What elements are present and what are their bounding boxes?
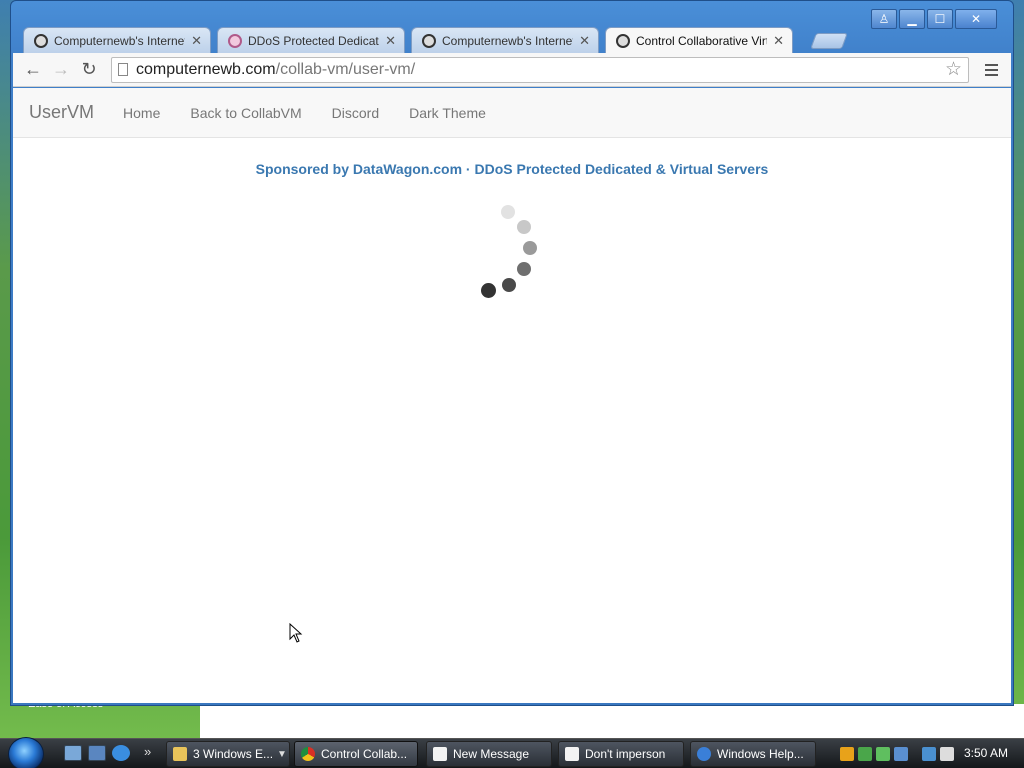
- spinner-dot: [517, 220, 531, 234]
- close-icon[interactable]: ✕: [579, 33, 590, 49]
- tab-title: DDoS Protected Dedicated: [248, 33, 380, 48]
- taskbar-windows-help[interactable]: Windows Help...: [690, 741, 816, 767]
- reload-icon[interactable]: ↻: [75, 56, 103, 84]
- taskbar-dont-imperson[interactable]: Don't imperson: [558, 741, 684, 767]
- mouse-cursor-icon: [289, 623, 303, 643]
- taskbar-chrome[interactable]: Control Collab...: [294, 741, 418, 767]
- task-label: Don't imperson: [585, 747, 666, 761]
- taskbar: » 3 Windows E... ▼ Control Collab... New…: [0, 737, 1024, 768]
- network-icon[interactable]: [858, 747, 872, 761]
- security-shield-icon[interactable]: [840, 747, 854, 761]
- quick-launch-more-icon[interactable]: »: [144, 744, 151, 759]
- task-label: Control Collab...: [321, 747, 408, 761]
- close-icon[interactable]: ✕: [385, 33, 396, 49]
- help-icon: [697, 747, 711, 761]
- maximize-button[interactable]: ☐: [927, 9, 953, 29]
- minimize-button[interactable]: ▁: [899, 9, 925, 29]
- window-controls: ♙ ▁ ☐ ✕: [871, 9, 997, 29]
- spinner-dot: [502, 278, 516, 292]
- tab-strip: Computernewb's Internet ✕ DDoS Protected…: [23, 27, 883, 53]
- volume-muted-icon[interactable]: [940, 747, 954, 761]
- show-desktop-icon[interactable]: [64, 745, 82, 761]
- tab-title: Control Collaborative Virt: [636, 33, 768, 48]
- tab-datawagon[interactable]: DDoS Protected Dedicated ✕: [217, 27, 405, 53]
- task-label: New Message: [453, 747, 530, 761]
- start-button[interactable]: [8, 737, 44, 768]
- task-label: 3 Windows E...: [193, 747, 274, 761]
- spinner-dot: [523, 241, 537, 255]
- back-arrow-icon[interactable]: ←: [19, 56, 47, 84]
- spinner-dot: [481, 283, 496, 298]
- new-tab-button[interactable]: [810, 33, 848, 49]
- url-path: /collab-vm/user-vm/: [275, 60, 416, 78]
- spinner-dot: [517, 262, 531, 276]
- switch-windows-icon[interactable]: [88, 745, 106, 761]
- chrome-icon: [301, 747, 315, 761]
- windows-flag-icon[interactable]: [894, 747, 908, 761]
- chevron-down-icon: ▼: [277, 748, 287, 760]
- url-host: computernewb.com: [136, 60, 276, 78]
- folder-icon: [173, 747, 187, 761]
- computernewb-icon: [422, 33, 436, 48]
- web-page: UserVM Home Back to CollabVM Discord Dar…: [13, 88, 1011, 703]
- close-icon[interactable]: ✕: [191, 33, 202, 49]
- close-icon[interactable]: ✕: [773, 33, 784, 49]
- taskbar-new-message[interactable]: New Message: [426, 741, 552, 767]
- user-profile-button[interactable]: ♙: [871, 9, 897, 29]
- close-window-button[interactable]: ✕: [955, 9, 997, 29]
- computernewb-icon: [34, 33, 48, 48]
- browser-toolbar: ← → ↻ computernewb.com/collab-vm/user-vm…: [13, 53, 1011, 87]
- clock[interactable]: 3:50 AM: [964, 746, 1008, 760]
- bookmark-star-icon[interactable]: ☆: [945, 58, 962, 81]
- tab-computernewb-1[interactable]: Computernewb's Internet ✕: [23, 27, 211, 53]
- internet-explorer-icon[interactable]: [112, 745, 130, 761]
- task-label: Windows Help...: [717, 747, 804, 761]
- document-icon: [433, 747, 447, 761]
- display-icon[interactable]: [922, 747, 936, 761]
- computernewb-icon: [616, 33, 630, 48]
- address-bar[interactable]: computernewb.com/collab-vm/user-vm/ ☆: [111, 56, 969, 83]
- datawagon-icon: [228, 33, 242, 48]
- forward-arrow-icon[interactable]: →: [47, 56, 75, 84]
- document-icon: [565, 747, 579, 761]
- desktop-window-behind: [200, 704, 1024, 740]
- loading-spinner: [13, 88, 1011, 703]
- tab-computernewb-2[interactable]: Computernewb's Internet ✕: [411, 27, 599, 53]
- page-icon: [118, 63, 128, 76]
- sync-icon[interactable]: [876, 747, 890, 761]
- taskbar-windows-explorer[interactable]: 3 Windows E... ▼: [166, 741, 290, 767]
- tab-title: Computernewb's Internet: [442, 33, 574, 48]
- tab-control-collaborative[interactable]: Control Collaborative Virt ✕: [605, 27, 793, 53]
- browser-window: ♙ ▁ ☐ ✕ Computernewb's Internet ✕ DDoS P…: [10, 0, 1014, 706]
- tab-title: Computernewb's Internet: [54, 33, 186, 48]
- spinner-dot: [501, 205, 515, 219]
- chrome-menu-icon[interactable]: [977, 56, 1005, 84]
